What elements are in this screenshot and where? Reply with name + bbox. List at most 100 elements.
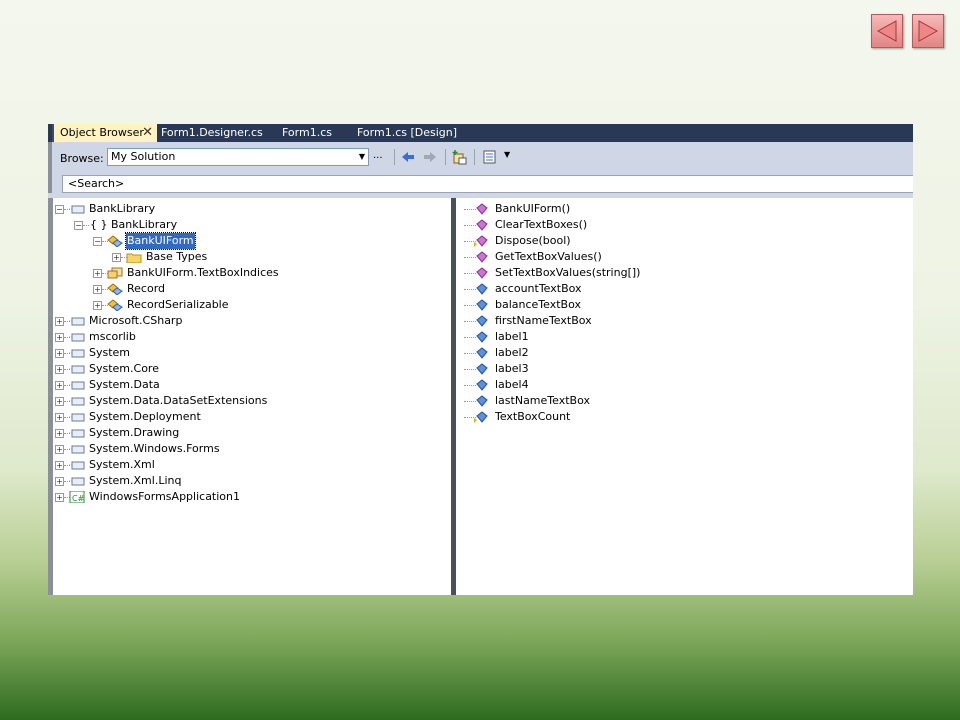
assembly-icon bbox=[69, 413, 85, 422]
document-tab-bar: Object Browser ✕ Form1.Designer.cs Form1… bbox=[48, 124, 913, 142]
right-arrow-icon bbox=[918, 20, 939, 42]
tree-node-label: System.Data bbox=[89, 378, 160, 391]
add-to-references-icon[interactable] bbox=[452, 149, 468, 165]
expand-icon[interactable]: + bbox=[55, 317, 64, 326]
expand-icon[interactable]: + bbox=[112, 253, 121, 262]
field-icon bbox=[476, 315, 488, 327]
next-slide-button[interactable] bbox=[912, 14, 944, 48]
member-label: ClearTextBoxes() bbox=[495, 218, 588, 231]
protected-field-icon bbox=[474, 411, 488, 423]
members-pane: BankUIForm() ClearTextBoxes() Dispose(bool… bbox=[456, 198, 913, 595]
assembly-icon bbox=[69, 381, 85, 390]
tab-label: Object Browser bbox=[60, 126, 144, 139]
tree-node-label: System bbox=[89, 346, 131, 359]
tree-node-label: Microsoft.CSharp bbox=[89, 314, 183, 327]
member-label: firstNameTextBox bbox=[495, 314, 592, 327]
assembly-icon bbox=[69, 317, 85, 326]
member-label: label1 bbox=[495, 330, 529, 343]
tab-object-browser[interactable]: Object Browser ✕ bbox=[52, 124, 157, 142]
method-icon bbox=[476, 251, 488, 263]
field-icon bbox=[476, 363, 488, 375]
tab-form1-cs[interactable]: Form1.cs bbox=[282, 124, 332, 142]
field-icon bbox=[476, 347, 488, 359]
tree-node-label: System.Deployment bbox=[89, 410, 201, 423]
browse-label: Browse: bbox=[60, 152, 104, 165]
tab-form1-design[interactable]: Form1.cs [Design] bbox=[357, 124, 457, 142]
expand-icon[interactable]: + bbox=[55, 413, 64, 422]
tree-node-label: Base Types bbox=[146, 250, 208, 263]
expand-icon[interactable]: + bbox=[55, 381, 64, 390]
previous-slide-button[interactable] bbox=[871, 14, 903, 48]
class-icon bbox=[107, 299, 123, 311]
object-browser-window: Object Browser ✕ Form1.Designer.cs Form1… bbox=[48, 124, 913, 595]
member-label: label2 bbox=[495, 346, 529, 359]
field-icon bbox=[476, 395, 488, 407]
tree-node-label: System.Core bbox=[89, 362, 159, 375]
toolbar-separator bbox=[474, 149, 475, 165]
expand-icon[interactable]: + bbox=[55, 429, 64, 438]
assembly-icon bbox=[69, 365, 85, 374]
assembly-icon bbox=[69, 333, 85, 342]
enum-icon bbox=[107, 267, 123, 279]
member-label: BankUIForm() bbox=[495, 202, 571, 215]
toolbar-separator bbox=[445, 149, 446, 165]
member-label: GetTextBoxValues() bbox=[495, 250, 602, 263]
member-label: balanceTextBox bbox=[495, 298, 582, 311]
close-icon[interactable]: ✕ bbox=[142, 124, 153, 142]
field-icon bbox=[476, 379, 488, 391]
expand-icon[interactable]: + bbox=[55, 493, 64, 502]
tree-node-label: RecordSerializable bbox=[127, 298, 229, 311]
edit-custom-components-button[interactable]: ... bbox=[373, 150, 383, 161]
browse-scope-value: My Solution bbox=[111, 150, 176, 163]
tree-node-label: BankUIForm.TextBoxIndices bbox=[127, 266, 279, 279]
assembly-icon bbox=[69, 461, 85, 470]
project-icon: C# bbox=[69, 491, 85, 503]
tab-form1-designer[interactable]: Form1.Designer.cs bbox=[161, 124, 263, 142]
assembly-icon bbox=[69, 349, 85, 358]
toolbar: Browse: My Solution ▼ ... ▼ <Search> bbox=[48, 142, 913, 193]
class-icon bbox=[107, 235, 123, 247]
chevron-down-icon[interactable]: ▼ bbox=[504, 150, 510, 159]
expand-icon[interactable]: + bbox=[93, 285, 102, 294]
member-label: TextBoxCount bbox=[495, 410, 571, 423]
tree-node-label: System.Windows.Forms bbox=[89, 442, 220, 455]
browser-settings-icon[interactable] bbox=[482, 149, 498, 165]
expand-icon[interactable]: + bbox=[55, 477, 64, 486]
expand-icon[interactable]: + bbox=[55, 365, 64, 374]
member-label: label4 bbox=[495, 378, 529, 391]
tree-node-label: Record bbox=[127, 282, 166, 295]
assembly-icon bbox=[69, 429, 85, 438]
tree-node-label: { } BankLibrary bbox=[90, 218, 178, 231]
collapse-icon[interactable]: − bbox=[74, 221, 83, 230]
back-arrow-icon[interactable] bbox=[400, 149, 416, 165]
expand-icon[interactable]: + bbox=[55, 349, 64, 358]
tree-node-label: mscorlib bbox=[89, 330, 136, 343]
field-icon bbox=[476, 331, 488, 343]
expand-icon[interactable]: + bbox=[55, 333, 64, 342]
expand-icon[interactable]: + bbox=[55, 397, 64, 406]
expand-icon[interactable]: + bbox=[55, 445, 64, 454]
assembly-icon bbox=[69, 445, 85, 454]
field-icon bbox=[476, 283, 488, 295]
svg-text:C#: C# bbox=[72, 494, 85, 503]
expand-icon[interactable]: + bbox=[93, 301, 102, 310]
class-icon bbox=[107, 283, 123, 295]
chevron-down-icon: ▼ bbox=[358, 152, 365, 161]
method-icon bbox=[476, 203, 488, 215]
protected-method-icon bbox=[474, 235, 488, 247]
member-label: label3 bbox=[495, 362, 529, 375]
collapse-icon[interactable]: − bbox=[93, 237, 102, 246]
tree-node-label: BankUIForm bbox=[125, 232, 196, 250]
collapse-icon[interactable]: − bbox=[55, 205, 64, 214]
search-input[interactable]: <Search> bbox=[62, 175, 913, 193]
forward-arrow-icon[interactable] bbox=[422, 149, 438, 165]
field-icon bbox=[476, 299, 488, 311]
expand-icon[interactable]: + bbox=[93, 269, 102, 278]
tree-node-label: System.Xml bbox=[89, 458, 155, 471]
tree-node-label: WindowsFormsApplication1 bbox=[89, 490, 241, 503]
expand-icon[interactable]: + bbox=[55, 461, 64, 470]
objects-pane: − BankLibrary −{ } BankLibrary − BankUIForm +… bbox=[48, 198, 451, 595]
browse-scope-dropdown[interactable]: My Solution ▼ bbox=[107, 148, 369, 166]
member-label: Dispose(bool) bbox=[495, 234, 571, 247]
member-label: SetTextBoxValues(string[]) bbox=[495, 266, 641, 279]
